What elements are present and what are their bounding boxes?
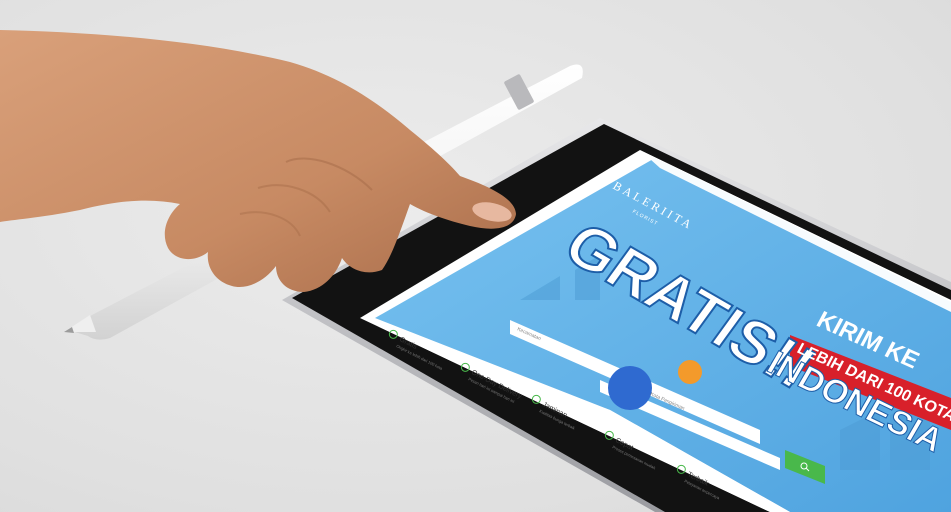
courier-illustration: [678, 360, 702, 384]
photo-scene: BALERIITA FLORIST GRATIS!! KIRIM KE LEBI…: [0, 0, 951, 512]
scooter-illustration: [608, 366, 652, 410]
scene-svg: BALERIITA FLORIST GRATIS!! KIRIM KE LEBI…: [0, 30, 951, 512]
